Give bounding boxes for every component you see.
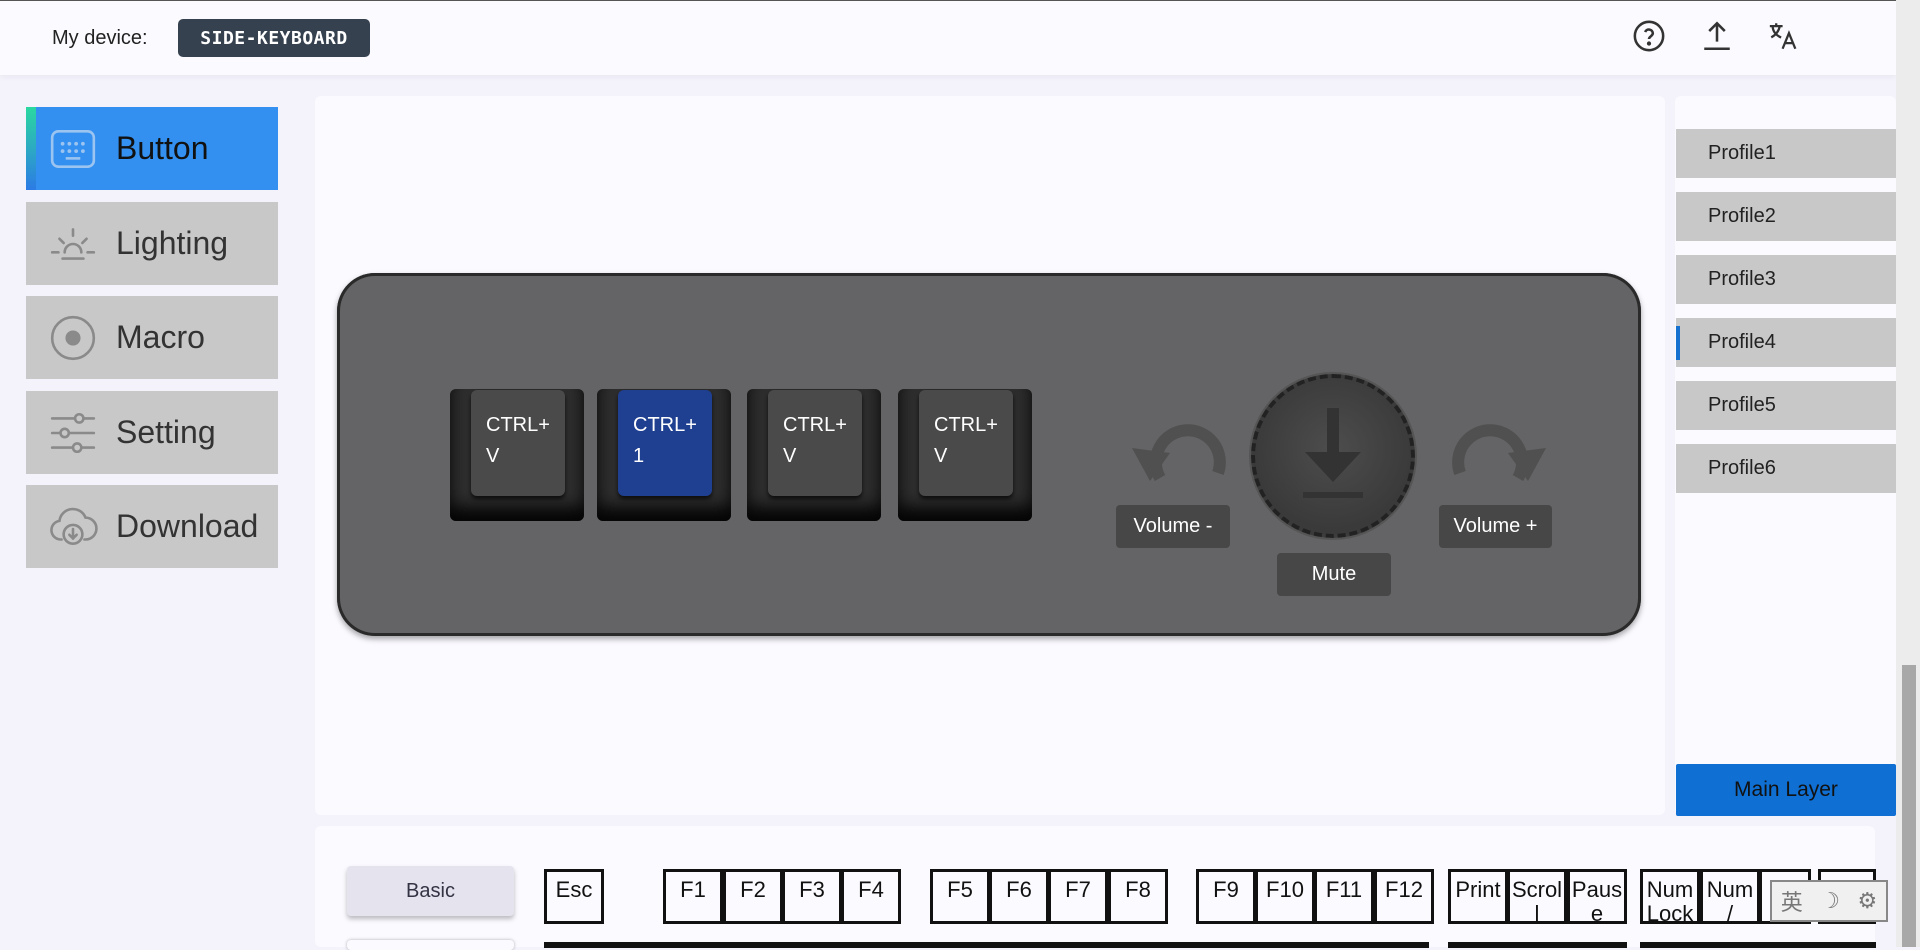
device-name-badge[interactable]: SIDE-KEYBOARD: [178, 19, 370, 57]
key-f10[interactable]: F10: [1255, 869, 1315, 924]
rotate-cw-icon: [1448, 413, 1558, 493]
device-label: My device:: [52, 27, 148, 49]
sliders-icon: [48, 408, 98, 458]
macro-icon: [48, 313, 98, 363]
help-icon[interactable]: [1632, 19, 1666, 53]
key-slot-2[interactable]: CTRL+ 1: [597, 389, 731, 521]
key-f8[interactable]: F8: [1108, 869, 1168, 924]
mute-label[interactable]: Mute: [1277, 553, 1391, 596]
main-layer-button[interactable]: Main Layer: [1676, 764, 1896, 816]
download-arrow-icon: [1297, 408, 1369, 506]
key-scroll[interactable]: Scrol l: [1507, 869, 1567, 924]
key-cap[interactable]: CTRL+ V: [919, 390, 1013, 496]
sidebar-item-label: Button: [116, 130, 209, 166]
key-f6[interactable]: F6: [989, 869, 1049, 924]
key-f2[interactable]: F2: [723, 869, 783, 924]
sidebar-item-lighting[interactable]: Lighting: [26, 202, 278, 285]
profile-item-1[interactable]: Profile1: [1676, 129, 1896, 178]
volume-up-label[interactable]: Volume +: [1439, 505, 1552, 548]
key-f7[interactable]: F7: [1048, 869, 1108, 924]
profile-item-6[interactable]: Profile6: [1676, 444, 1896, 493]
key-slot-3[interactable]: CTRL+ V: [747, 389, 881, 521]
volume-down-label[interactable]: Volume -: [1116, 505, 1230, 548]
sidebar-item-label: Macro: [116, 319, 205, 355]
key-slot-1[interactable]: CTRL+ V: [450, 389, 584, 521]
key-f1[interactable]: F1: [663, 869, 723, 924]
ime-settings-icon[interactable]: ⚙: [1858, 889, 1878, 914]
sidebar-item-label: Lighting: [116, 225, 229, 261]
keyboard-row-2: [1640, 942, 1876, 948]
key-cap-selected[interactable]: CTRL+ 1: [618, 390, 712, 496]
sidebar-item-label: Setting: [116, 414, 216, 450]
tab-next[interactable]: [347, 940, 514, 950]
key-numlock[interactable]: Num Lock: [1640, 869, 1700, 924]
cloud-download-icon: [48, 502, 98, 552]
ime-language-icon[interactable]: 英: [1781, 885, 1803, 917]
sidebar-item-button[interactable]: Button: [26, 107, 278, 190]
key-num-divide[interactable]: Num /: [1700, 869, 1760, 924]
key-f11[interactable]: F11: [1314, 869, 1374, 924]
sidebar-item-macro[interactable]: Macro: [26, 296, 278, 379]
key-f9[interactable]: F9: [1196, 869, 1256, 924]
key-esc[interactable]: Esc: [544, 869, 604, 924]
top-bar: My device: SIDE-KEYBOARD: [0, 0, 1896, 75]
sidebar-item-download[interactable]: Download: [26, 485, 278, 568]
sidebar-item-label: Download: [116, 508, 259, 544]
key-print[interactable]: Print: [1448, 869, 1508, 924]
key-pause[interactable]: Paus e: [1567, 869, 1627, 924]
profile-item-4[interactable]: Profile4: [1676, 318, 1896, 367]
key-f3[interactable]: F3: [782, 869, 842, 924]
key-f4[interactable]: F4: [841, 869, 901, 924]
upload-icon[interactable]: [1700, 19, 1734, 53]
key-cap[interactable]: CTRL+ V: [768, 390, 862, 496]
key-cap[interactable]: CTRL+ V: [471, 390, 565, 496]
lighting-icon: [48, 219, 98, 269]
ime-toolbar[interactable]: 英 ☽ ⚙: [1770, 880, 1888, 922]
tab-basic[interactable]: Basic: [347, 866, 514, 916]
key-f5[interactable]: F5: [930, 869, 990, 924]
translate-icon[interactable]: [1767, 19, 1801, 53]
keyboard-icon: [48, 124, 98, 174]
profile-item-3[interactable]: Profile3: [1676, 255, 1896, 304]
keyboard-row-2: [544, 942, 1429, 948]
rotary-knob[interactable]: [1251, 374, 1415, 538]
sidebar-item-setting[interactable]: Setting: [26, 391, 278, 474]
key-f12[interactable]: F12: [1374, 869, 1434, 924]
profile-item-2[interactable]: Profile2: [1676, 192, 1896, 241]
key-slot-4[interactable]: CTRL+ V: [898, 389, 1032, 521]
scrollbar-thumb[interactable]: [1902, 665, 1916, 947]
keyboard-row-2: [1448, 942, 1627, 948]
profile-item-5[interactable]: Profile5: [1676, 381, 1896, 430]
ime-moon-icon[interactable]: ☽: [1820, 889, 1840, 914]
rotate-ccw-icon: [1120, 413, 1230, 493]
